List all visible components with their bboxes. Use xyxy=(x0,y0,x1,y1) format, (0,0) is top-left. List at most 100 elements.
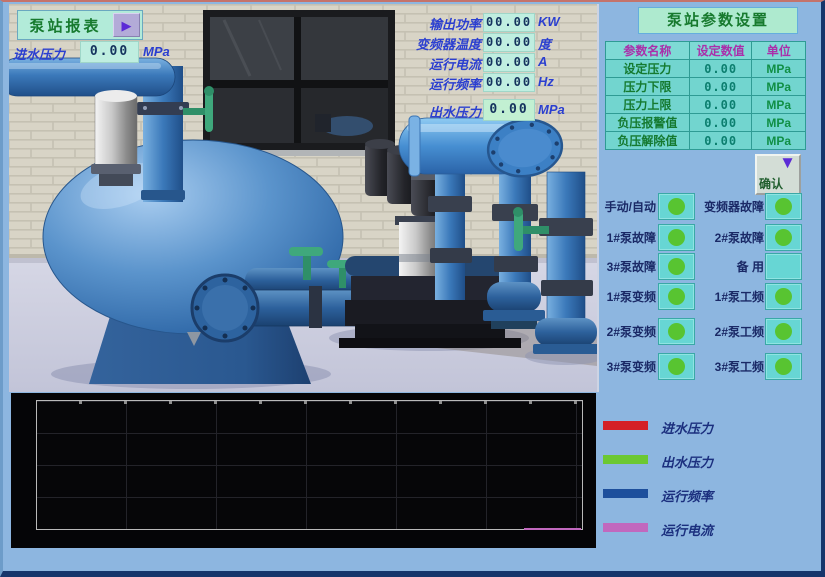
inlet-pressure-display: 0.00 xyxy=(80,41,139,63)
status-lamp xyxy=(775,358,792,375)
run-frequency-unit: Hz xyxy=(538,74,554,89)
status-row: 手动/自动 变频器故障 xyxy=(559,194,805,217)
legend-swatch-inlet-pressure xyxy=(603,421,648,430)
param-value[interactable]: 0.00 xyxy=(689,78,752,96)
param-value[interactable]: 0.00 xyxy=(689,96,752,114)
legend-label: 运行电流 xyxy=(661,520,713,539)
run-current-label: 运行电流 xyxy=(355,54,481,73)
status-lamp xyxy=(668,198,685,215)
param-name: 负压报警值 xyxy=(606,114,690,132)
status-lampbox xyxy=(659,194,694,219)
inverter-temp-label: 变频器温度 xyxy=(355,34,481,53)
status-row: 1#泵变频 1#泵工频 xyxy=(559,284,805,307)
confirm-button-label: 确认 xyxy=(759,175,783,192)
status-label-manual-auto: 手动/自动 xyxy=(559,198,656,215)
status-lampbox xyxy=(766,284,801,309)
output-power-label: 输出功率 xyxy=(355,14,481,33)
table-row: 压力上限 0.00 MPa xyxy=(606,96,806,114)
col-unit: 单位 xyxy=(752,42,806,60)
air-release-cylinder xyxy=(91,90,141,186)
status-lampbox xyxy=(659,254,694,279)
run-current-display: 00.00 xyxy=(483,53,535,72)
legend-item: 进水压力 xyxy=(603,418,813,434)
param-name: 负压解除值 xyxy=(606,132,690,150)
inlet-pressure-unit: MPa xyxy=(143,44,170,59)
settings-panel-title: 泵站参数设置 xyxy=(638,7,798,34)
status-lampbox xyxy=(766,319,801,344)
status-lamp xyxy=(775,198,792,215)
output-power-display: 00.00 xyxy=(483,13,535,32)
status-lamp xyxy=(775,323,792,340)
legend-label: 运行频率 xyxy=(661,486,713,505)
status-row: 3#泵故障 备 用 xyxy=(559,254,805,277)
status-lampbox xyxy=(766,354,801,379)
legend-swatch-outlet-pressure xyxy=(603,455,648,464)
status-row: 3#泵变频 3#泵工频 xyxy=(559,354,805,377)
report-button[interactable]: 泵站报表 ▶ xyxy=(17,10,143,40)
status-lamp xyxy=(668,258,685,275)
status-label-pump1-vfd: 1#泵变频 xyxy=(559,288,656,305)
status-label-pump2-vfd: 2#泵变频 xyxy=(559,323,656,340)
status-lamp xyxy=(775,288,792,305)
param-name: 压力下限 xyxy=(606,78,690,96)
status-lamp xyxy=(668,229,685,246)
param-unit: MPa xyxy=(752,114,806,132)
table-row: 负压报警值 0.00 MPa xyxy=(606,114,806,132)
legend-item: 运行频率 xyxy=(603,486,813,502)
inverter-temp-display: 00.00 xyxy=(483,33,535,52)
status-lamp xyxy=(668,288,685,305)
param-name: 压力上限 xyxy=(606,96,690,114)
param-unit: MPa xyxy=(752,96,806,114)
plot-top-ticks xyxy=(37,401,582,404)
param-unit: MPa xyxy=(752,132,806,150)
legend-label: 出水压力 xyxy=(661,452,713,471)
run-frequency-display: 00.00 xyxy=(483,73,535,92)
status-lampbox xyxy=(659,284,694,309)
report-play-button[interactable]: ▶ xyxy=(113,13,140,37)
status-lamp xyxy=(775,229,792,246)
play-icon: ▶ xyxy=(122,19,132,32)
status-label-spare: 备 用 xyxy=(691,258,764,275)
param-value[interactable]: 0.00 xyxy=(689,114,752,132)
run-frequency-label: 运行频率 xyxy=(355,74,481,93)
parameter-table-header: 参数名称 设定数值 单位 xyxy=(606,42,806,60)
legend-item: 出水压力 xyxy=(603,452,813,468)
legend-item: 运行电流 xyxy=(603,520,813,536)
status-lampbox xyxy=(659,354,694,379)
status-lampbox xyxy=(659,319,694,344)
param-name: 设定压力 xyxy=(606,60,690,78)
report-button-label: 泵站报表 xyxy=(18,15,113,36)
run-current-unit: A xyxy=(538,54,547,69)
table-row: 设定压力 0.00 MPa xyxy=(606,60,806,78)
col-param-name: 参数名称 xyxy=(606,42,690,60)
confirm-button[interactable]: ▼ 确认 xyxy=(755,154,801,195)
trend-plot-area xyxy=(36,400,583,530)
inlet-pressure-label: 进水压力 xyxy=(13,44,65,63)
param-value[interactable]: 0.00 xyxy=(689,60,752,78)
param-unit: MPa xyxy=(752,78,806,96)
status-label-pump2-mains: 2#泵工频 xyxy=(691,323,764,340)
status-label-pump2-fault: 2#泵故障 xyxy=(691,229,764,246)
pump-station-hmi-screen: 泵站报表 ▶ 进水压力 0.00 MPa 输出功率 00.00 KW 变频器温度… xyxy=(0,0,825,577)
inverter-temp-unit: 度 xyxy=(538,34,551,53)
status-label-pump3-vfd: 3#泵变频 xyxy=(559,358,656,375)
status-row: 2#泵变频 2#泵工频 xyxy=(559,319,805,342)
output-power-unit: KW xyxy=(538,14,560,29)
status-label-pump1-fault: 1#泵故障 xyxy=(559,229,656,246)
status-lamp xyxy=(668,323,685,340)
status-lampbox xyxy=(659,225,694,250)
legend-swatch-run-current xyxy=(603,523,648,532)
legend-swatch-run-frequency xyxy=(603,489,648,498)
outlet-pressure-label: 出水压力 xyxy=(355,102,481,121)
confirm-triangle-icon: ▼ xyxy=(779,153,796,173)
param-value[interactable]: 0.00 xyxy=(689,132,752,150)
status-label-pump3-mains: 3#泵工频 xyxy=(691,358,764,375)
status-label-inverter-fault: 变频器故障 xyxy=(691,198,764,215)
legend-label: 进水压力 xyxy=(661,418,713,437)
run-current-trace xyxy=(524,528,581,530)
parameter-table: 参数名称 设定数值 单位 设定压力 0.00 MPa 压力下限 0.00 MPa… xyxy=(605,41,806,150)
status-label-pump1-mains: 1#泵工频 xyxy=(691,288,764,305)
outlet-pressure-display: 0.00 xyxy=(483,99,535,121)
table-row: 负压解除值 0.00 MPa xyxy=(606,132,806,150)
status-lamp xyxy=(668,358,685,375)
